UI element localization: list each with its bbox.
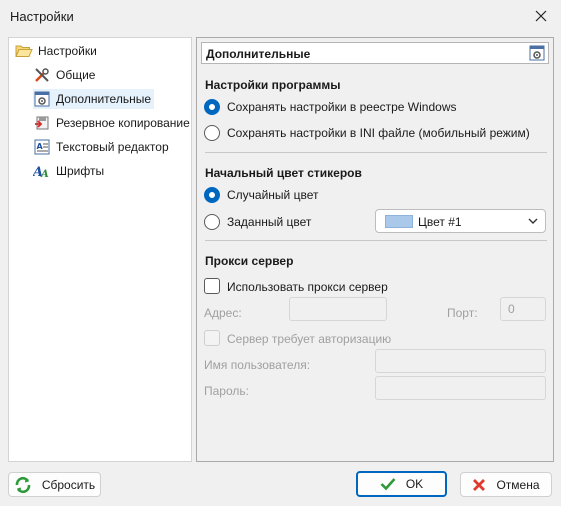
folder-open-icon (15, 42, 33, 60)
password-label: Пароль: (204, 384, 249, 398)
cross-icon (472, 478, 486, 492)
tree-item-label: Дополнительные (56, 92, 151, 106)
port-field[interactable]: 0 (500, 297, 546, 321)
tree-root-label: Настройки (38, 44, 97, 58)
settings-tree: Настройки Общие Дополнительные Резервное… (8, 37, 192, 462)
tree-item-general[interactable]: Общие (33, 65, 98, 85)
save-ini-radio[interactable] (204, 125, 220, 141)
settings-content-panel: Дополнительные Настройки программы Сохра… (196, 37, 554, 462)
auth-checkbox[interactable] (204, 330, 220, 346)
proxy-title: Прокси сервер (205, 254, 294, 268)
chevron-down-icon (528, 218, 538, 224)
settings-window-icon (33, 90, 51, 108)
use-proxy-label: Использовать прокси сервер (227, 280, 388, 294)
settings-window-icon (529, 45, 545, 61)
ok-label: OK (405, 477, 424, 491)
address-label: Адрес: (204, 306, 242, 320)
fixed-color-label: Заданный цвет (227, 215, 312, 229)
tree-root-settings[interactable]: Настройки (15, 41, 100, 61)
svg-text:A: A (37, 142, 44, 151)
tree-item-label: Текстовый редактор (56, 140, 169, 154)
fonts-icon: A A (33, 162, 51, 180)
port-label: Порт: (447, 306, 478, 320)
window-title: Настройки (10, 9, 74, 24)
title-bar: Настройки (0, 0, 561, 32)
refresh-icon (14, 476, 32, 494)
save-registry-radio[interactable] (204, 99, 220, 115)
tree-item-backup[interactable]: Резервное копирование (33, 113, 193, 133)
panel-header: Дополнительные (201, 42, 549, 64)
use-proxy-checkbox[interactable] (204, 278, 220, 294)
backup-icon (33, 114, 51, 132)
address-field[interactable] (289, 297, 387, 321)
reset-label: Сбросить (41, 477, 96, 492)
panel-title: Дополнительные (206, 47, 311, 61)
save-ini-label: Сохранять настройки в INI файле (мобильн… (227, 126, 530, 140)
cancel-label: Отмена (496, 477, 540, 492)
tree-item-advanced[interactable]: Дополнительные (33, 89, 154, 109)
password-field[interactable] (375, 376, 546, 400)
checkmark-icon (380, 477, 396, 491)
sticker-color-title: Начальный цвет стикеров (205, 166, 362, 180)
random-color-radio[interactable] (204, 187, 220, 203)
divider (205, 240, 547, 241)
fixed-color-radio[interactable] (204, 214, 220, 230)
username-field[interactable] (375, 349, 546, 373)
random-color-label: Случайный цвет (227, 188, 319, 202)
tree-item-label: Резервное копирование (56, 116, 190, 130)
divider (205, 152, 547, 153)
tree-item-fonts[interactable]: A A Шрифты (33, 161, 107, 181)
auth-label: Сервер требует авторизацию (227, 332, 392, 346)
username-label: Имя пользователя: (204, 358, 311, 372)
color-swatch (385, 215, 413, 228)
svg-text:A: A (40, 169, 49, 179)
program-settings-title: Настройки программы (205, 78, 341, 92)
close-button[interactable] (521, 0, 561, 32)
reset-button[interactable]: Сбросить (8, 472, 101, 497)
tree-item-label: Шрифты (56, 164, 105, 178)
color-select[interactable]: Цвет #1 (375, 209, 546, 233)
tree-item-label: Общие (56, 68, 96, 82)
tools-icon (33, 66, 51, 84)
text-editor-icon: A (33, 138, 51, 156)
color-select-value: Цвет #1 (418, 215, 462, 229)
cancel-button[interactable]: Отмена (460, 472, 552, 497)
tree-item-text-editor[interactable]: A Текстовый редактор (33, 137, 172, 157)
save-registry-label: Сохранять настройки в реестре Windows (227, 100, 457, 114)
ok-button[interactable]: OK (356, 471, 447, 497)
close-icon (535, 10, 547, 22)
